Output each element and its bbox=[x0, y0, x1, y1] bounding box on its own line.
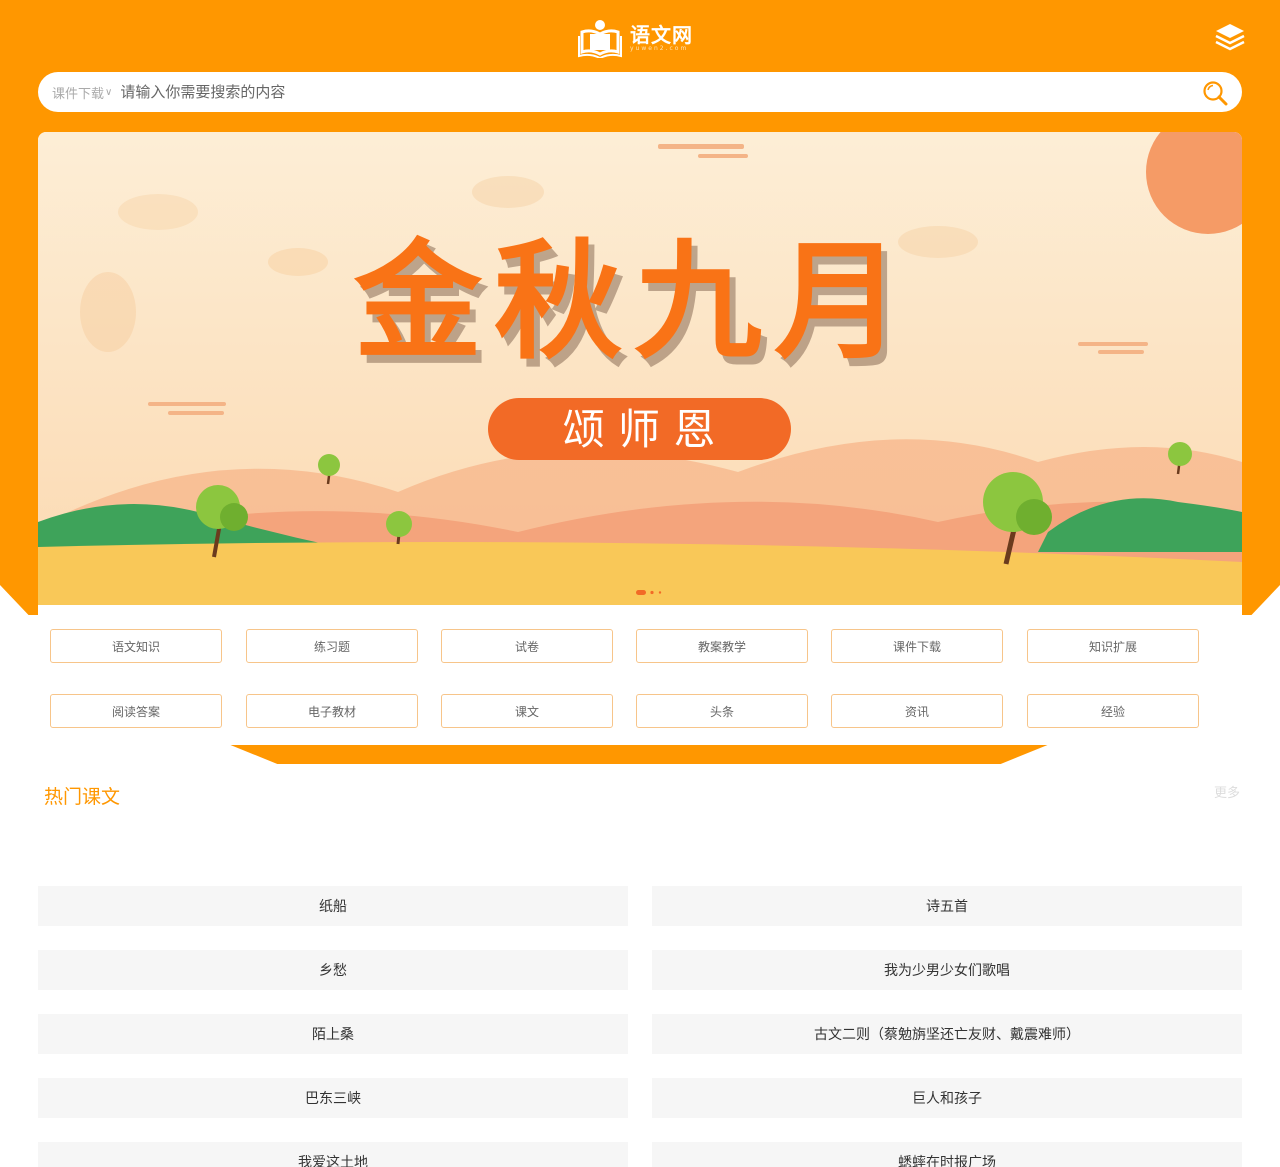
category-button[interactable]: 课件下载 bbox=[831, 629, 1003, 663]
banner-headline: 金秋九月 bbox=[353, 228, 914, 377]
search-category-select[interactable]: 课件下载 ∨ bbox=[52, 83, 112, 102]
category-button[interactable]: 练习题 bbox=[246, 629, 418, 663]
category-panel: 语文知识 练习题 试卷 教案教学 课件下载 知识扩展阅读答案 电子教材 课文 头条 资讯 经验 bbox=[38, 605, 1242, 745]
slide-dot-active bbox=[636, 590, 646, 595]
site-domain: yuwen2.com bbox=[630, 44, 689, 52]
hot-lesson-item[interactable]: 陌上桑 bbox=[38, 1014, 628, 1054]
hot-lessons-title: 热门课文 bbox=[44, 786, 121, 808]
banner-illustration: 金秋九月 金秋九月 颂 师 恩 bbox=[38, 132, 1242, 605]
search-input[interactable] bbox=[120, 83, 1121, 101]
search-icon[interactable] bbox=[1202, 80, 1228, 106]
hot-lesson-item[interactable]: 纸船 bbox=[38, 886, 628, 926]
category-panel-shadow bbox=[228, 744, 1050, 764]
category-button[interactable]: 知识扩展 bbox=[1027, 629, 1199, 663]
top-bar: 语文网 yuwen2.com bbox=[0, 0, 1280, 72]
category-button[interactable]: 头条 bbox=[636, 694, 808, 728]
site-logo[interactable]: 语文网 yuwen2.com bbox=[578, 18, 693, 58]
hot-lesson-item[interactable]: 我为少男少女们歌唱 bbox=[652, 950, 1242, 990]
slide-dot bbox=[650, 590, 654, 595]
site-name: 语文网 bbox=[630, 22, 693, 47]
category-button[interactable]: 教案教学 bbox=[636, 629, 808, 663]
category-button[interactable]: 试卷 bbox=[441, 629, 613, 663]
hot-lesson-item[interactable]: 古文二则（蔡勉旃坚还亡友财、戴震难师） bbox=[652, 1014, 1242, 1054]
hot-lesson-item[interactable]: 诗五首 bbox=[652, 886, 1242, 926]
hot-lesson-item[interactable]: 巴东三峡 bbox=[38, 1078, 628, 1118]
category-button[interactable]: 语文知识 bbox=[50, 629, 222, 663]
book-reader-icon bbox=[578, 20, 622, 58]
category-button[interactable]: 电子教材 bbox=[246, 694, 418, 728]
hot-lessons-more-link[interactable]: 更多 bbox=[1214, 782, 1240, 801]
hot-lesson-item[interactable]: 乡愁 bbox=[38, 950, 628, 990]
hot-lesson-item[interactable]: 蟋蟀在时报广场 bbox=[652, 1142, 1242, 1167]
search-category-label: 课件下载 bbox=[52, 86, 105, 102]
hot-lesson-item[interactable]: 我爱这土地 bbox=[38, 1142, 628, 1167]
category-button[interactable]: 经验 bbox=[1027, 694, 1199, 728]
category-button[interactable]: 阅读答案 bbox=[50, 694, 222, 728]
hot-lesson-item[interactable]: 巨人和孩子 bbox=[652, 1078, 1242, 1118]
slide-dot bbox=[658, 591, 662, 594]
banner-subtitle: 颂 师 恩 bbox=[563, 405, 716, 454]
category-button[interactable]: 课文 bbox=[441, 694, 613, 728]
search-bar: 课件下载 ∨ bbox=[38, 72, 1242, 112]
layers-menu-icon[interactable] bbox=[1214, 22, 1246, 52]
chevron-down-icon: ∨ bbox=[105, 86, 113, 98]
hero-banner[interactable]: 金秋九月 金秋九月 颂 师 恩 bbox=[38, 132, 1242, 605]
category-button[interactable]: 资讯 bbox=[831, 694, 1003, 728]
